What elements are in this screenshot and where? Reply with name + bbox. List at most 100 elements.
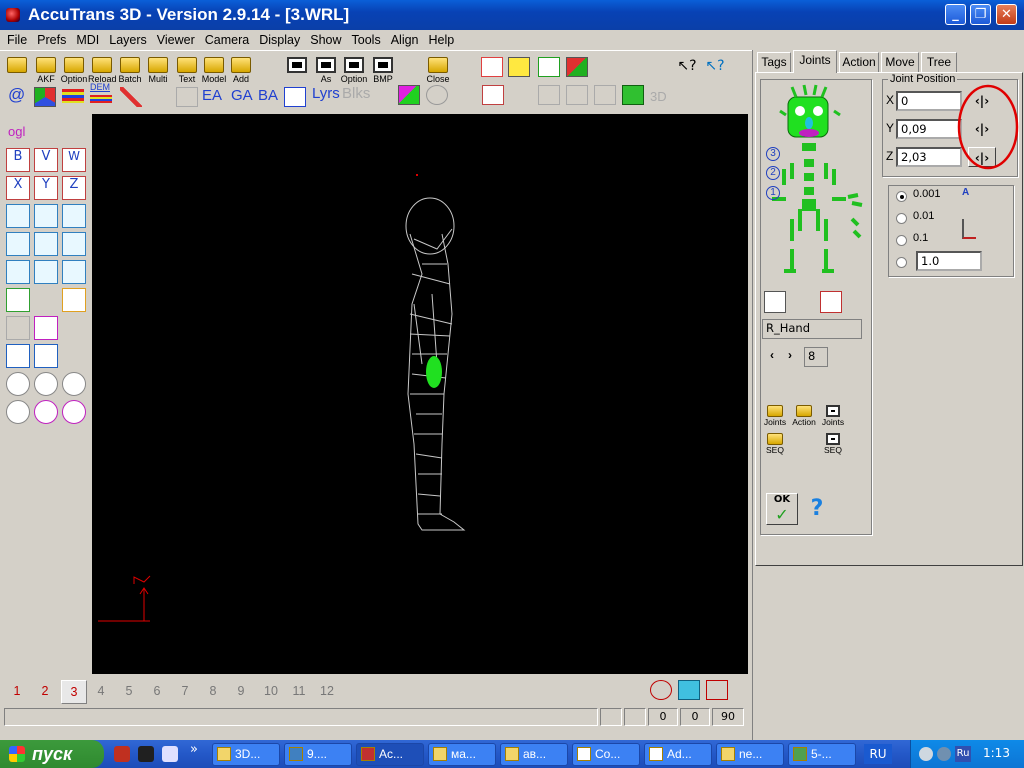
open-button[interactable] (5, 57, 29, 74)
help-pointer-icon[interactable]: ↖? (676, 57, 698, 77)
rotate-b-button[interactable]: B (6, 148, 30, 172)
task-av[interactable]: ав... (500, 743, 568, 766)
task-ad[interactable]: Ad... (644, 743, 712, 766)
view-cube-5-icon[interactable] (34, 232, 58, 256)
open-option-button[interactable]: Option (60, 57, 88, 84)
save-as-button[interactable]: As (314, 57, 338, 84)
minimize-button[interactable]: _ (945, 4, 966, 25)
task-accutrans[interactable]: Ac... (356, 743, 424, 766)
select-pointer-icon[interactable] (6, 288, 30, 312)
rotate-w-button[interactable]: W (62, 148, 86, 172)
start-button[interactable]: пуск (0, 740, 104, 768)
transform-arrows-icon[interactable] (481, 57, 503, 77)
rotate-camera-icon[interactable] (650, 680, 672, 700)
view-cube-2-icon[interactable] (34, 204, 58, 228)
task-ma[interactable]: ма... (428, 743, 496, 766)
tab-tags[interactable]: Tags (757, 52, 791, 72)
rotate-z-button[interactable]: Z (62, 176, 86, 200)
rotate-v-button[interactable]: V (34, 148, 58, 172)
page-5[interactable]: 5 (118, 684, 140, 698)
tray-lang-icon[interactable]: Ru (955, 746, 971, 762)
quicklaunch-icon-3[interactable] (162, 746, 178, 762)
view-cube-4-icon[interactable] (6, 232, 30, 256)
dem-label[interactable]: DEM (90, 82, 110, 92)
at-icon[interactable]: @ (8, 85, 25, 105)
ok-button[interactable]: OK ✓ (766, 493, 798, 525)
pan-camera-icon[interactable] (706, 680, 728, 700)
app-icon[interactable] (6, 8, 20, 22)
cubes-icon[interactable] (284, 87, 306, 107)
quicklaunch-icon-1[interactable] (114, 746, 130, 762)
maximize-button[interactable]: ❐ (970, 4, 991, 25)
menu-mdi[interactable]: MDI (71, 33, 104, 47)
menu-align[interactable]: Align (386, 33, 424, 47)
clock[interactable]: 1:13 (983, 746, 1010, 760)
3d-viewport[interactable] (92, 114, 748, 674)
tray-icon-2[interactable] (937, 747, 951, 761)
frame-icon[interactable] (62, 288, 86, 312)
step-custom-input[interactable]: 1.0 (916, 251, 982, 271)
lightbulb-icon[interactable] (508, 57, 530, 77)
page-6[interactable]: 6 (146, 684, 168, 698)
close-button[interactable]: ✕ (996, 4, 1017, 25)
language-indicator[interactable]: RU (864, 744, 892, 764)
camera-reset-icon[interactable] (678, 680, 700, 700)
ba-button[interactable]: BA (258, 87, 278, 104)
zoom-icon[interactable] (62, 372, 86, 396)
page-4[interactable]: 4 (90, 684, 112, 698)
menu-camera[interactable]: Camera (200, 33, 254, 47)
menu-layers[interactable]: Layers (104, 33, 152, 47)
gradient-square-icon[interactable] (398, 85, 420, 105)
page-8[interactable]: 8 (202, 684, 224, 698)
x-input[interactable]: 0 (896, 91, 962, 111)
prev-joint-button[interactable]: ‹ (770, 348, 774, 362)
ga-button[interactable]: GA (231, 87, 253, 104)
view-cube-8-icon[interactable] (34, 260, 58, 284)
page-11[interactable]: 11 (286, 684, 312, 698)
menu-display[interactable]: Display (254, 33, 305, 47)
tab-move[interactable]: Move (881, 52, 919, 72)
page-10[interactable]: 10 (258, 684, 284, 698)
axis-x-icon[interactable] (6, 344, 30, 368)
zoom-all-icon[interactable] (34, 400, 58, 424)
step-0001-radio[interactable] (896, 191, 907, 202)
step-mode-b-icon[interactable] (962, 219, 976, 239)
ea-button[interactable]: EA (202, 87, 222, 104)
open-seq-button[interactable]: SEQ (762, 433, 788, 455)
tab-action[interactable]: Action (839, 52, 879, 72)
striped-bars-icon[interactable] (62, 89, 84, 103)
level-3-marker[interactable]: 3 (766, 147, 780, 161)
page-9[interactable]: 9 (230, 684, 252, 698)
model-button[interactable]: Model (200, 57, 228, 84)
menu-prefs[interactable]: Prefs (32, 33, 71, 47)
figure-red-icon[interactable] (820, 291, 842, 313)
menu-viewer[interactable]: Viewer (152, 33, 200, 47)
open-joints-button[interactable]: Joints (762, 405, 788, 427)
task-5[interactable]: 5-... (788, 743, 856, 766)
walking-figure-icon[interactable] (794, 375, 816, 397)
step-custom-radio[interactable] (896, 257, 907, 268)
multi-button[interactable]: Multi (145, 57, 171, 84)
view-cube-3-icon[interactable] (62, 204, 86, 228)
tray-icon-1[interactable] (919, 747, 933, 761)
layers-button[interactable]: Lyrs (312, 85, 340, 102)
z-input[interactable]: 2,03 (896, 147, 962, 167)
tab-tree[interactable]: Tree (921, 52, 957, 72)
figure-purple-icon[interactable] (792, 291, 814, 313)
rotate-y-button[interactable]: Y (34, 176, 58, 200)
reload-button[interactable]: Reload (88, 57, 117, 84)
task-ne[interactable]: ne... (716, 743, 784, 766)
text-button[interactable]: Text (174, 57, 200, 84)
menu-tools[interactable]: Tools (347, 33, 386, 47)
menu-help[interactable]: Help (424, 33, 460, 47)
y-input[interactable]: 0,09 (896, 119, 962, 139)
pencil-icon[interactable] (120, 87, 142, 107)
diagonal-box-icon[interactable] (538, 57, 560, 77)
zoom-out-icon[interactable] (34, 372, 58, 396)
step-mode-a-icon[interactable]: A (962, 187, 969, 198)
color-triangle-icon[interactable] (34, 87, 56, 107)
page-2[interactable]: 2 (34, 684, 56, 698)
menu-file[interactable]: File (2, 33, 32, 47)
task-co[interactable]: Co... (572, 743, 640, 766)
color-split-icon[interactable] (566, 57, 588, 77)
